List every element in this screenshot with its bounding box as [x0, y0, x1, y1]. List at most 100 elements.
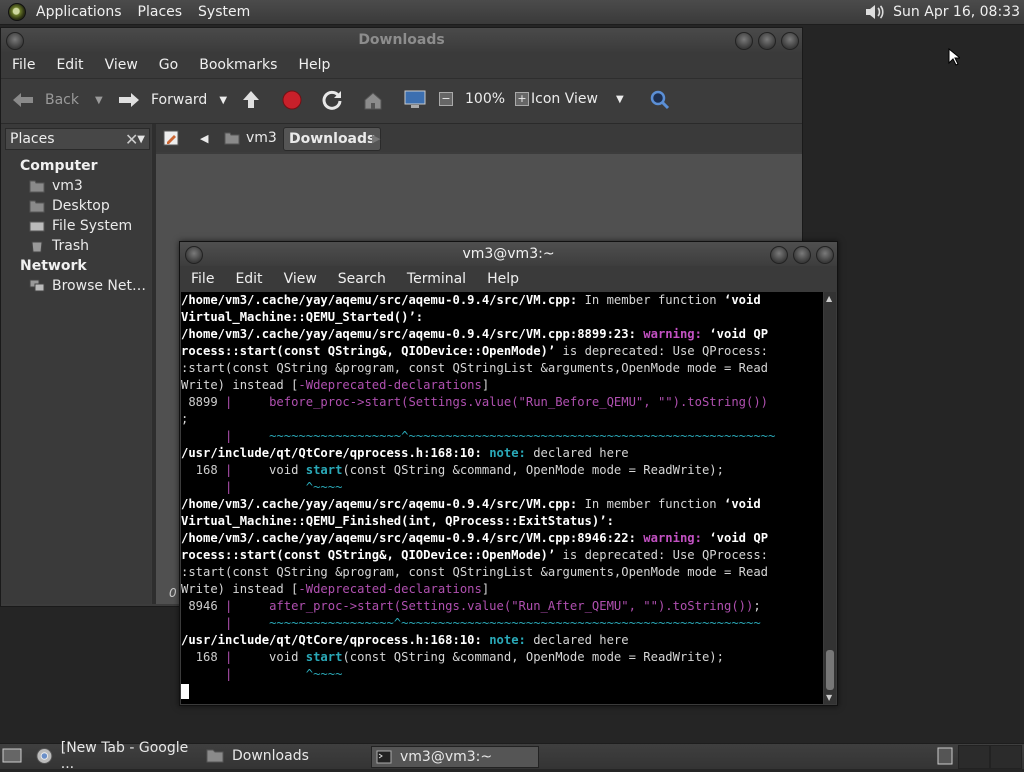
menu-go[interactable]: Go [148, 57, 188, 73]
terminal-line: /home/vm3/.cache/yay/aqemu/src/aqemu-0.9… [181, 293, 761, 307]
menu-file[interactable]: File [180, 271, 224, 287]
terminal-line: /usr/include/qt/QtCore/qprocess.h:168:10… [181, 633, 629, 647]
terminal-line: rocess::start(const QString&, QIODevice:… [181, 548, 769, 562]
file-manager-toolbar: Back ▼ Forward ▼ − 100% + Icon View ▼ [1, 78, 802, 124]
maximize-button[interactable] [758, 32, 776, 50]
panel-clock[interactable]: Sun Apr 16, 08:33 [893, 4, 1020, 20]
search-icon[interactable] [649, 89, 671, 111]
task-downloads[interactable]: Downloads [206, 746, 366, 766]
edit-location-icon[interactable] [163, 130, 179, 146]
close-button[interactable] [781, 32, 799, 50]
system-menu[interactable]: System [190, 4, 258, 20]
task-google-chrome[interactable]: [New Tab - Google ... [36, 740, 196, 772]
forward-label: Forward [151, 92, 208, 108]
menu-terminal[interactable]: Terminal [396, 271, 476, 287]
terminal-line: 8899 | before_proc->start(Settings.value… [181, 395, 769, 409]
drive-icon [29, 221, 45, 232]
menu-edit[interactable]: Edit [45, 57, 93, 73]
sidebar-item-trash[interactable]: Trash [1, 236, 151, 256]
sidebar-item-file-system[interactable]: File System [1, 216, 151, 236]
menu-view[interactable]: View [273, 271, 327, 287]
mouse-pointer-icon [948, 48, 960, 66]
trash-icon [31, 241, 43, 253]
workspace-1[interactable] [958, 745, 990, 769]
view-mode-select[interactable]: Icon View ▼ [531, 91, 624, 107]
trash-applet-icon[interactable] [936, 746, 956, 766]
applications-menu[interactable]: Applications [28, 4, 130, 20]
home-folder-icon [29, 180, 45, 193]
crumb-vm3[interactable]: vm3 [224, 127, 277, 149]
scrollbar-thumb[interactable] [826, 650, 834, 690]
menu-bookmarks[interactable]: Bookmarks [188, 57, 287, 73]
terminal-scrollbar[interactable]: ▲ ▼ [824, 292, 836, 704]
menu-help[interactable]: Help [476, 271, 529, 287]
places-header-label: Places [10, 131, 55, 147]
chevron-down-icon: ▼ [137, 133, 145, 145]
crumb-downloads[interactable]: Downloads [283, 127, 382, 151]
terminal-line: :start(const QString &program, const QSt… [181, 565, 768, 579]
sidebar-item-vm3[interactable]: vm3 [1, 176, 151, 196]
menu-edit[interactable]: Edit [224, 271, 272, 287]
back-button[interactable]: Back ▼ [11, 91, 103, 109]
scroll-down-icon[interactable]: ▼ [826, 693, 832, 702]
window-menu-button[interactable] [6, 32, 24, 50]
terminal-line: 168 | void start(const QString &command,… [181, 650, 724, 664]
crumb-label: vm3 [246, 130, 277, 146]
menu-view[interactable]: View [94, 57, 148, 73]
show-desktop-icon[interactable] [2, 747, 22, 765]
menu-file[interactable]: File [1, 57, 45, 73]
task-terminal[interactable]: vm3@vm3:~ [371, 746, 539, 768]
path-left-arrow-icon[interactable]: ◀ [200, 127, 208, 149]
file-manager-titlebar[interactable]: Downloads [1, 28, 802, 52]
maximize-button[interactable] [793, 246, 811, 264]
back-dropdown-icon[interactable]: ▼ [95, 95, 103, 106]
workspace-2[interactable] [990, 745, 1022, 769]
terminal-line: | ^~~~~ [225, 480, 343, 494]
minimize-button[interactable] [735, 32, 753, 50]
minimize-button[interactable] [770, 246, 788, 264]
close-button[interactable] [816, 246, 834, 264]
sidebar-item-label: File System [52, 218, 133, 234]
up-arrow-icon[interactable] [240, 89, 262, 111]
home-icon[interactable] [362, 89, 384, 111]
computer-icon[interactable] [403, 89, 427, 111]
terminal-menubar: File Edit View Search Terminal Help [180, 266, 837, 292]
terminal-window: vm3@vm3:~ File Edit View Search Terminal… [179, 241, 838, 706]
terminal-line: /home/vm3/.cache/yay/aqemu/src/aqemu-0.9… [181, 327, 769, 341]
window-menu-button[interactable] [185, 246, 203, 264]
forward-dropdown-icon[interactable]: ▼ [219, 95, 227, 106]
status-text: 0 [169, 586, 177, 600]
places-menu[interactable]: Places [130, 4, 191, 20]
reload-icon[interactable] [321, 89, 343, 111]
task-label: Downloads [232, 748, 309, 764]
terminal-prompt-line [181, 683, 823, 700]
terminal-line: Virtual_Machine::QEMU_Finished(int, QPro… [181, 514, 614, 528]
gnome-foot-icon[interactable] [8, 3, 26, 21]
terminal-lines: /home/vm3/.cache/yay/aqemu/src/aqemu-0.9… [181, 292, 823, 683]
places-tree: Computer vm3 Desktop File System Trash N… [1, 156, 151, 296]
sidebar-item-browse-network[interactable]: Browse Net… [1, 276, 151, 296]
window-title: Downloads [358, 32, 445, 48]
terminal-output[interactable]: /home/vm3/.cache/yay/aqemu/src/aqemu-0.9… [181, 292, 823, 704]
volume-icon[interactable] [863, 3, 885, 21]
path-right-arrow-icon[interactable]: ▶ [372, 127, 380, 149]
forward-button[interactable]: Forward ▼ [117, 91, 227, 109]
scroll-up-icon[interactable]: ▲ [826, 294, 832, 303]
network-icon [29, 279, 45, 292]
zoom-in-icon[interactable]: + [515, 92, 530, 106]
terminal-line: | ~~~~~~~~~~~~~~~~~^~~~~~~~~~~~~~~~~~~~~… [225, 616, 761, 630]
back-label: Back [45, 92, 79, 108]
terminal-line: ; [181, 412, 189, 426]
menu-help[interactable]: Help [287, 57, 340, 73]
close-sidebar-icon[interactable]: ✕ [125, 130, 138, 149]
terminal-line: rocess::start(const QString&, QIODevice:… [181, 344, 769, 358]
sidebar-item-label: Browse Net… [52, 278, 147, 294]
terminal-line: /usr/include/qt/QtCore/qprocess.h:168:10… [181, 446, 629, 460]
zoom-out-icon[interactable]: − [439, 92, 453, 106]
terminal-line: Write) instead [-Wdeprecated-declaration… [181, 582, 490, 596]
menu-search[interactable]: Search [327, 271, 396, 287]
places-sidebar: Places ▼ ✕ Computer vm3 Desktop File Sys… [1, 124, 151, 604]
terminal-titlebar[interactable]: vm3@vm3:~ [180, 242, 837, 266]
stop-icon[interactable] [281, 89, 303, 111]
sidebar-item-desktop[interactable]: Desktop [1, 196, 151, 216]
